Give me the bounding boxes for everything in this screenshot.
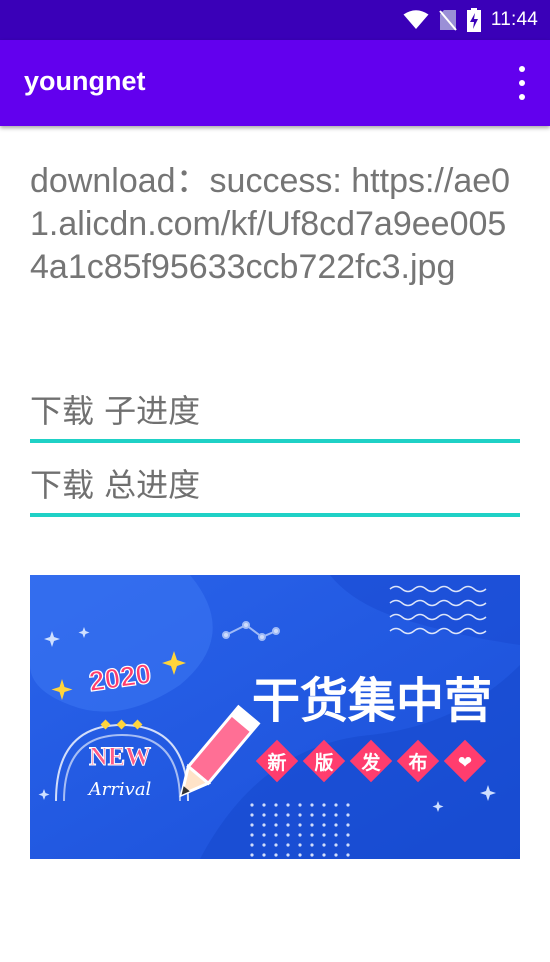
grid-dot — [298, 823, 302, 827]
grid-dot — [334, 833, 338, 837]
grid-dot — [310, 843, 314, 847]
grid-dot — [322, 843, 326, 847]
grid-dot — [262, 813, 266, 817]
grid-dot — [310, 833, 314, 837]
grid-dot — [250, 823, 254, 827]
grid-dot — [298, 843, 302, 847]
svg-text:版: 版 — [314, 751, 333, 774]
grid-dot — [262, 833, 266, 837]
badge-new-text: NEW — [89, 742, 151, 771]
sub-progress-fill — [30, 439, 520, 443]
grid-dot — [250, 853, 254, 857]
grid-dot — [310, 823, 314, 827]
total-progress-fill — [30, 513, 520, 517]
grid-dot — [346, 843, 350, 847]
status-bar: 11:44 — [0, 0, 550, 40]
grid-dot — [250, 813, 254, 817]
grid-dot — [262, 823, 266, 827]
grid-dot — [274, 843, 278, 847]
grid-dot — [298, 833, 302, 837]
badge-arrival-text: Arrival — [87, 779, 152, 800]
grid-dot — [298, 803, 302, 807]
wifi-icon — [403, 10, 429, 29]
grid-dot — [286, 843, 290, 847]
grid-dot — [334, 853, 338, 857]
grid-dot — [310, 813, 314, 817]
status-time: 11:44 — [490, 9, 538, 30]
grid-dot — [274, 833, 278, 837]
grid-dot — [262, 843, 266, 847]
grid-dot — [262, 853, 266, 857]
grid-dot — [322, 813, 326, 817]
grid-dot — [298, 853, 302, 857]
no-sim-icon — [439, 10, 457, 31]
app-title: youngnet — [24, 66, 146, 96]
grid-dot — [286, 803, 290, 807]
grid-dot — [346, 833, 350, 837]
total-progress-label: 下载 总进度 — [30, 466, 201, 504]
grid-dot — [346, 853, 350, 857]
svg-text:布: 布 — [408, 751, 427, 774]
banner-headline: 干货集中营 — [252, 673, 492, 729]
app-bar: youngnet — [0, 40, 550, 126]
grid-dot — [334, 813, 338, 817]
grid-dot — [250, 843, 254, 847]
download-status-text: download：success: https://ae01.alicdn.co… — [30, 162, 511, 286]
grid-dot — [334, 823, 338, 827]
grid-dot — [346, 813, 350, 817]
grid-dot — [310, 803, 314, 807]
grid-dot — [274, 853, 278, 857]
grid-dot — [346, 803, 350, 807]
battery-charging-icon — [466, 8, 481, 32]
grid-dot — [298, 813, 302, 817]
grid-dot — [274, 803, 278, 807]
grid-dot — [322, 833, 326, 837]
svg-text:发: 发 — [360, 751, 381, 774]
sub-progress-bar — [30, 439, 520, 443]
svg-text:新: 新 — [267, 751, 286, 774]
grid-dot — [322, 853, 326, 857]
grid-dot — [250, 833, 254, 837]
grid-dot — [334, 843, 338, 847]
grid-dot — [322, 823, 326, 827]
grid-dot — [286, 833, 290, 837]
svg-text:❤: ❤ — [458, 753, 472, 773]
overflow-menu-icon[interactable] — [516, 66, 528, 100]
grid-dot — [274, 823, 278, 827]
grid-dot — [346, 823, 350, 827]
total-progress-bar — [30, 513, 520, 517]
grid-dot — [286, 853, 290, 857]
grid-dot — [250, 803, 254, 807]
sub-progress-label: 下载 子进度 — [30, 392, 201, 430]
grid-dot — [286, 823, 290, 827]
grid-dot — [334, 803, 338, 807]
grid-dot — [286, 813, 290, 817]
grid-dot — [274, 813, 278, 817]
grid-dot — [310, 853, 314, 857]
grid-dot — [262, 803, 266, 807]
status-icons: 11:44 — [403, 0, 538, 40]
grid-dot — [322, 803, 326, 807]
banner-image: 2020 NEW Arrival 干货集中营 新 版 发 布 ❤ — [30, 575, 520, 859]
